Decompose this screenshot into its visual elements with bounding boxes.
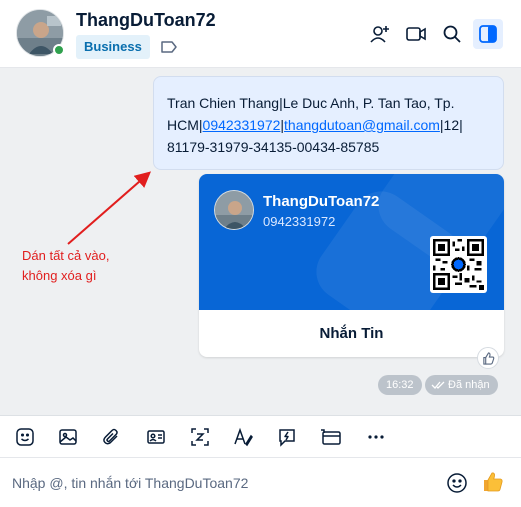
message-time: 16:32 [378, 375, 422, 395]
text-message-bubble[interactable]: Tran Chien Thang|Le Duc Anh, P. Tan Tao,… [153, 76, 504, 170]
card-header: ThangDuToan72 0942331972 [199, 174, 504, 310]
attachment-icon[interactable] [100, 426, 122, 448]
label-icon[interactable] [160, 40, 178, 54]
card-name: ThangDuToan72 [263, 193, 380, 210]
like-reaction-icon[interactable] [477, 347, 499, 369]
message-prefix: HCM| [167, 117, 203, 133]
emoji-icon[interactable] [446, 472, 468, 494]
more-icon[interactable] [365, 426, 387, 448]
delivery-status: Đã nhận [425, 375, 498, 395]
composer [0, 458, 521, 507]
business-badge[interactable]: Business [76, 35, 150, 59]
annotation-note: Dán tất cả vào, không xóa gì [22, 246, 109, 286]
composer-toolbar [0, 415, 521, 458]
qr-code[interactable] [430, 236, 487, 293]
chat-area[interactable]: Tran Chien Thang|Le Duc Anh, P. Tan Tao,… [0, 68, 521, 415]
message-input[interactable] [12, 471, 432, 495]
thumbs-up-icon[interactable] [481, 470, 505, 494]
online-status-dot [53, 44, 65, 56]
sticker-icon[interactable] [14, 426, 36, 448]
video-call-icon[interactable] [404, 22, 428, 46]
contact-card-icon[interactable] [145, 426, 167, 448]
screenshot-icon[interactable] [189, 426, 211, 448]
email-link[interactable]: thangdutoan@gmail.com [284, 117, 440, 133]
message-line-1: Tran Chien Thang|Le Duc Anh, P. Tan Tao,… [167, 95, 455, 111]
sidebar-toggle-icon[interactable] [473, 19, 503, 49]
message-line-3: 81179-31979-34135-00434-85785 [167, 139, 380, 155]
annotation-arrow [67, 171, 152, 245]
send-message-button[interactable]: Nhắn Tin [199, 310, 504, 357]
quick-message-icon[interactable] [276, 426, 298, 448]
search-icon[interactable] [440, 22, 464, 46]
add-member-icon[interactable] [368, 22, 392, 46]
contact-card[interactable]: ThangDuToan72 0942331972 Nhắn Tin [199, 174, 504, 357]
card-avatar [214, 190, 254, 230]
contact-name: ThangDuToan72 [76, 10, 216, 30]
image-icon[interactable] [57, 426, 79, 448]
contact-avatar[interactable] [16, 9, 65, 57]
chat-header: ThangDuToan72 Business [0, 0, 521, 68]
annotation-line-1: Dán tất cả vào, [22, 248, 110, 263]
payment-icon[interactable] [320, 426, 342, 448]
double-check-icon [431, 381, 445, 389]
text-format-icon[interactable] [232, 426, 254, 448]
card-phone: 0942331972 [263, 214, 336, 229]
status-text: Đã nhận [448, 379, 490, 391]
annotation-line-2: không xóa gì [22, 268, 97, 283]
message-suffix: |12| [439, 117, 463, 133]
phone-link[interactable]: 0942331972 [203, 117, 281, 133]
